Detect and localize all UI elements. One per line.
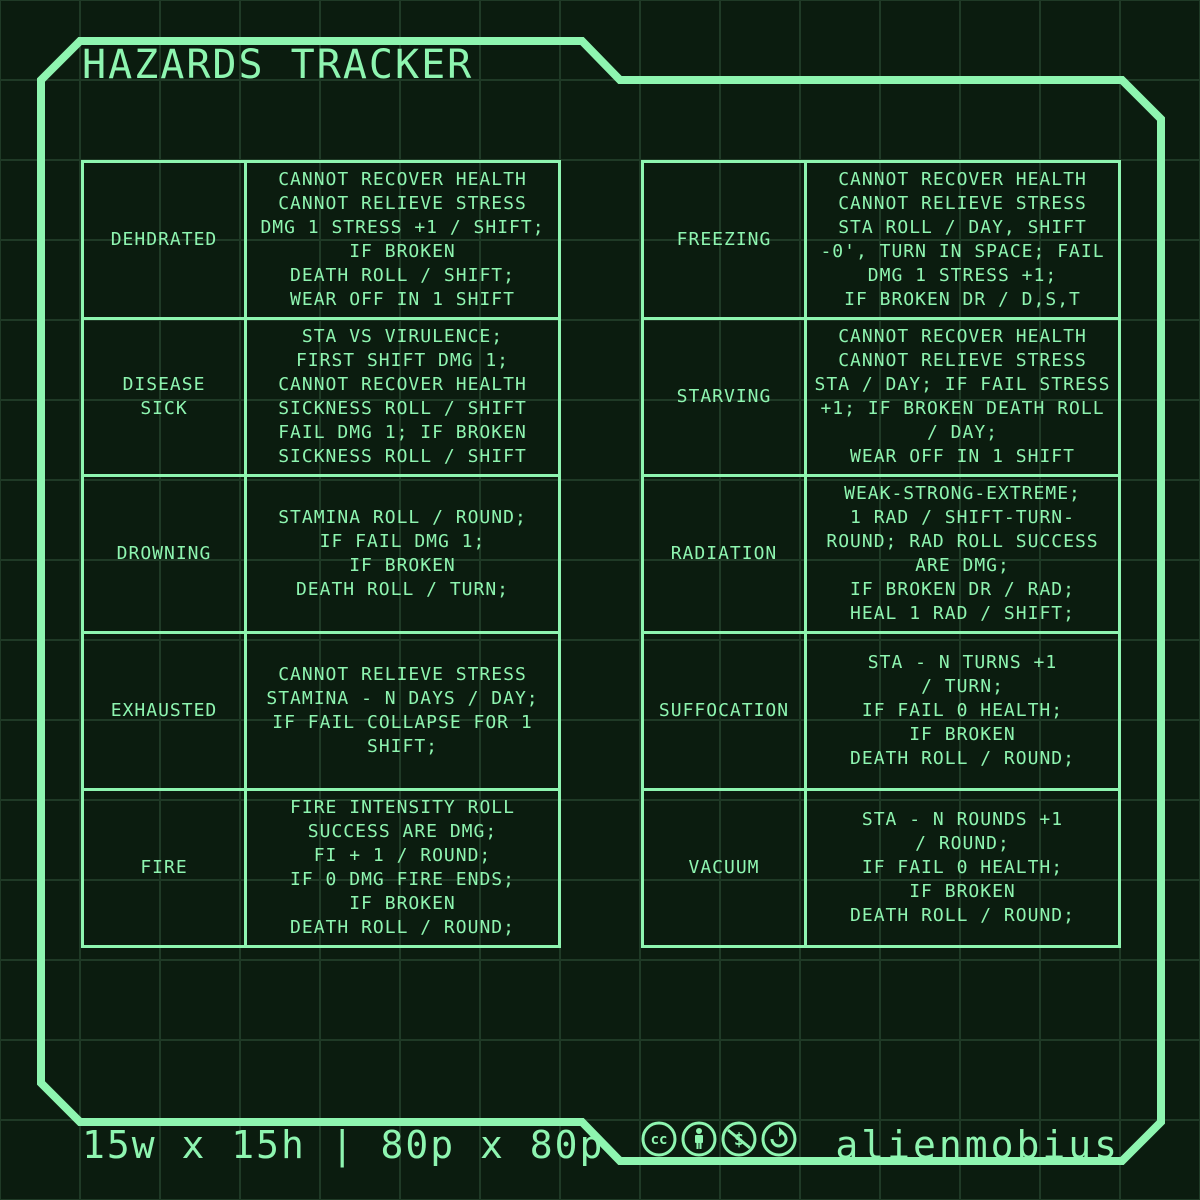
table-row: DROWNING STAMINA ROLL / ROUND; IF FAIL D… bbox=[81, 474, 561, 634]
table-row: STARVING CANNOT RECOVER HEALTH CANNOT RE… bbox=[641, 317, 1121, 477]
hazard-effect: STAMINA ROLL / ROUND; IF FAIL DMG 1; IF … bbox=[244, 474, 561, 634]
cc-icon: cc bbox=[640, 1120, 678, 1158]
hazard-name: VACUUM bbox=[641, 788, 807, 948]
hazards-table-right: FREEZING CANNOT RECOVER HEALTH CANNOT RE… bbox=[641, 160, 1121, 948]
hazard-name: DISEASE SICK bbox=[81, 317, 247, 477]
hazard-effect: WEAK-STRONG-EXTREME; 1 RAD / SHIFT-TURN-… bbox=[804, 474, 1121, 634]
hazard-effect: STA - N ROUNDS +1 / ROUND; IF FAIL 0 HEA… bbox=[804, 788, 1121, 948]
hazard-effect: FIRE INTENSITY ROLL SUCCESS ARE DMG; FI … bbox=[244, 788, 561, 948]
table-row: VACUUM STA - N ROUNDS +1 / ROUND; IF FAI… bbox=[641, 788, 1121, 948]
license-icons: cc $ bbox=[640, 1120, 798, 1158]
hazard-effect: CANNOT RELIEVE STRESS STAMINA - N DAYS /… bbox=[244, 631, 561, 791]
author-name: alienmobius bbox=[835, 1123, 1120, 1167]
hazard-name: SUFFOCATION bbox=[641, 631, 807, 791]
table-row: DISEASE SICK STA VS VIRULENCE; FIRST SHI… bbox=[81, 317, 561, 477]
hazard-effect: STA - N TURNS +1 / TURN; IF FAIL 0 HEALT… bbox=[804, 631, 1121, 791]
hazard-name: FIRE bbox=[81, 788, 247, 948]
table-row: FIRE FIRE INTENSITY ROLL SUCCESS ARE DMG… bbox=[81, 788, 561, 948]
hazard-name: FREEZING bbox=[641, 160, 807, 320]
hazard-name: DEHDRATED bbox=[81, 160, 247, 320]
svg-text:cc: cc bbox=[651, 1132, 668, 1148]
hazard-name: RADIATION bbox=[641, 474, 807, 634]
hazard-effect: CANNOT RECOVER HEALTH CANNOT RELIEVE STR… bbox=[804, 160, 1121, 320]
table-row: SUFFOCATION STA - N TURNS +1 / TURN; IF … bbox=[641, 631, 1121, 791]
hazard-name: STARVING bbox=[641, 317, 807, 477]
hazards-table-left: DEHDRATED CANNOT RECOVER HEALTH CANNOT R… bbox=[81, 160, 561, 948]
by-person-icon bbox=[680, 1120, 718, 1158]
table-row: DEHDRATED CANNOT RECOVER HEALTH CANNOT R… bbox=[81, 160, 561, 320]
hazard-name: EXHAUSTED bbox=[81, 631, 247, 791]
page-title: HAZARDS TRACKER bbox=[82, 42, 474, 88]
hazard-effect: CANNOT RECOVER HEALTH CANNOT RELIEVE STR… bbox=[804, 317, 1121, 477]
table-row: EXHAUSTED CANNOT RELIEVE STRESS STAMINA … bbox=[81, 631, 561, 791]
hazard-effect: STA VS VIRULENCE; FIRST SHIFT DMG 1; CAN… bbox=[244, 317, 561, 477]
sa-share-alike-icon bbox=[760, 1120, 798, 1158]
hazard-name: DROWNING bbox=[81, 474, 247, 634]
hazard-effect: CANNOT RECOVER HEALTH CANNOT RELIEVE STR… bbox=[244, 160, 561, 320]
nc-dollar-icon: $ bbox=[720, 1120, 758, 1158]
table-row: FREEZING CANNOT RECOVER HEALTH CANNOT RE… bbox=[641, 160, 1121, 320]
grid-size-label: 15w x 15h | 80p x 80p bbox=[82, 1123, 605, 1167]
table-row: RADIATION WEAK-STRONG-EXTREME; 1 RAD / S… bbox=[641, 474, 1121, 634]
